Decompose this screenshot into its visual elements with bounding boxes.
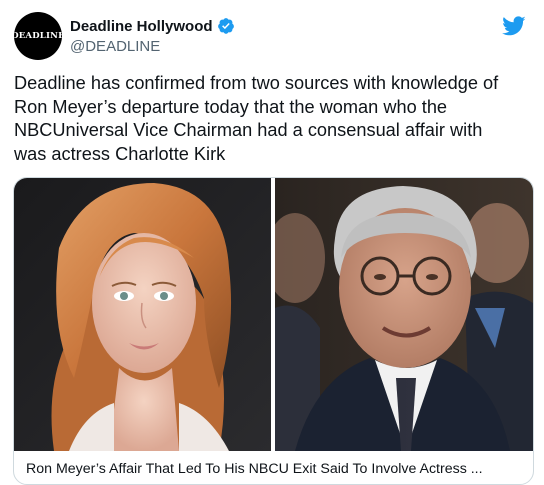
avatar-logo-text: DEADLINE [14, 31, 62, 41]
avatar[interactable]: DEADLINE [14, 12, 62, 60]
display-name[interactable]: Deadline Hollywood [70, 18, 213, 35]
link-card[interactable]: Ron Meyer’s Affair That Led To His NBCU … [13, 177, 534, 485]
tweet-embed: DEADLINE Deadline Hollywood @DEADLINE De… [0, 0, 544, 485]
card-image-executive[interactable] [275, 178, 533, 451]
card-image-grid[interactable] [14, 178, 533, 451]
tweet-header: DEADLINE Deadline Hollywood @DEADLINE [14, 12, 534, 60]
verified-badge-icon [217, 18, 234, 34]
twitter-bird-icon[interactable] [502, 14, 526, 38]
author-info[interactable]: Deadline Hollywood @DEADLINE [70, 16, 235, 55]
handle[interactable]: @DEADLINE [70, 38, 235, 55]
card-title[interactable]: Ron Meyer’s Affair That Led To His NBCU … [26, 461, 526, 477]
tweet-text: Deadline has confirmed from two sources … [14, 73, 499, 164]
card-image-actress[interactable] [14, 178, 271, 451]
